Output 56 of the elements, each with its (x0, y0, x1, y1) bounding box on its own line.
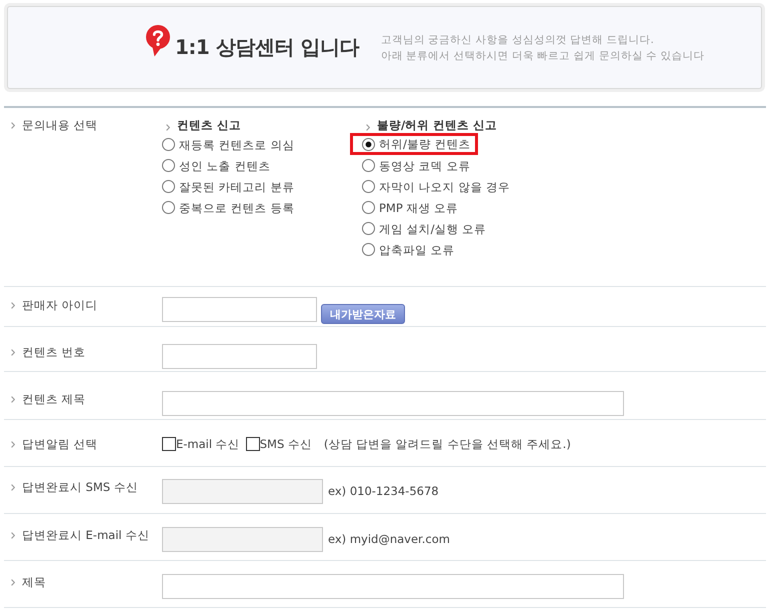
hint-text: (상담 답변을 알려드릴 수단을 선택해 주세요.) (324, 436, 571, 452)
chevron-icon (166, 124, 170, 130)
hint-text: ex) myid@naver.com (328, 531, 450, 548)
chevron-icon (11, 578, 15, 586)
radio-button[interactable] (162, 138, 175, 151)
option-label: 자막이 나오지 않을 경우 (379, 178, 510, 194)
input-field[interactable] (162, 391, 624, 416)
group-heading: 컨텐츠 신고 (177, 117, 242, 133)
option-label: 동영상 코덱 오류 (379, 158, 470, 174)
radio-button[interactable] (362, 138, 375, 150)
description-line: 고객님의 궁금하신 사항을 성심성의껏 답변해 드립니다. (380, 32, 655, 48)
field-label: 답변완료시 E-mail 수신 (22, 527, 150, 543)
field-label: 컨텐츠 번호 (22, 344, 86, 360)
field-label: 컨텐츠 제목 (22, 391, 86, 407)
checkbox[interactable] (162, 437, 176, 451)
checkbox-label: SMS 수신 (260, 436, 312, 452)
chevron-icon (11, 396, 15, 402)
chevron-icon (11, 302, 15, 308)
radio-button[interactable] (362, 243, 375, 256)
option-label: 중복으로 컨텐츠 등록 (179, 200, 294, 216)
input-field[interactable] (162, 297, 317, 322)
description-line: 아래 분류에서 선택하시면 더욱 빠르고 쉽게 문의하실 수 있습니다 (380, 48, 704, 64)
chevron-icon (366, 124, 370, 130)
input-field[interactable] (162, 344, 317, 369)
radio-button[interactable] (162, 159, 175, 172)
field-label: 답변완료시 SMS 수신 (22, 479, 138, 495)
option-label: PMP 재생 오류 (379, 200, 458, 216)
radio-button[interactable] (362, 159, 375, 172)
field-label: 문의내용 선택 (22, 117, 98, 133)
chevron-icon (11, 532, 15, 538)
option-label: 허위/불량 컨텐츠 (379, 136, 471, 152)
chevron-icon (11, 348, 15, 356)
option-label: 잘못된 카테고리 분류 (179, 178, 294, 194)
radio-button[interactable] (162, 180, 175, 193)
option-label: 성인 노출 컨텐츠 (179, 158, 270, 174)
option-label: 게임 설치/실행 오류 (379, 220, 486, 236)
hint-text: ex) 010-1234-5678 (328, 483, 439, 500)
received-files-button[interactable]: 내가받은자료 (321, 304, 405, 324)
field-label: 제목 (22, 574, 46, 590)
option-label: 재등록 컨텐츠로 의심 (179, 136, 294, 152)
checkbox[interactable] (246, 437, 260, 451)
radio-button[interactable] (362, 222, 375, 235)
chevron-icon (11, 484, 15, 490)
field-label: 답변알림 선택 (22, 436, 98, 452)
option-label: 압축파일 오류 (379, 242, 455, 258)
chevron-icon (11, 122, 15, 128)
input-field[interactable] (162, 574, 624, 599)
group-heading: 불량/허위 컨텐츠 신고 (377, 117, 498, 133)
checkbox-label: E-mail 수신 (176, 436, 240, 452)
question-bubble-icon (145, 24, 171, 56)
radio-button[interactable] (362, 201, 375, 214)
field-label: 판매자 아이디 (22, 297, 98, 313)
radio-button[interactable] (362, 180, 375, 193)
chevron-icon (11, 440, 15, 448)
header-title: 1:1 상담센터 입니다 (175, 34, 359, 61)
radio-button[interactable] (162, 201, 175, 214)
